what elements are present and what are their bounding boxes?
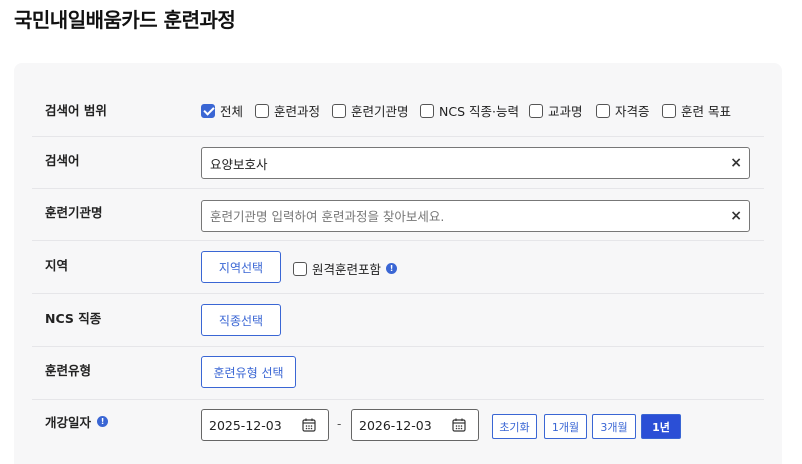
checkbox-icon[interactable]: [596, 103, 610, 118]
scope-option-label: 훈련 목표: [681, 104, 731, 119]
ncs-label: NCS 직종: [45, 311, 102, 326]
info-icon[interactable]: !: [97, 416, 109, 427]
scope-option-label: 훈련기관명: [351, 104, 409, 119]
scope-option-label: 자격증: [615, 104, 650, 119]
scope-option-goal[interactable]: 훈련 목표: [662, 101, 731, 120]
clear-institution-icon[interactable]: ×: [730, 207, 742, 225]
start-date-to-input[interactable]: 2026-12-03: [351, 409, 479, 441]
keyword-label: 검색어: [45, 153, 80, 168]
institution-label: 훈련기관명: [45, 205, 103, 220]
checkbox-icon[interactable]: [662, 103, 676, 118]
scope-option-label: 교과명: [548, 104, 583, 119]
scope-option-certificate[interactable]: 자격증: [596, 101, 650, 120]
search-scope-row: 검색어 범위 전체 훈련과정 훈련기관명 NCS 직종·능력 교과명 자격증 훈…: [14, 63, 782, 137]
keyword-row: 검색어 ×: [14, 137, 782, 189]
date-range-separator: -: [337, 417, 342, 431]
remote-training-label: 원격훈련포함: [312, 262, 382, 277]
training-type-label: 훈련유형: [45, 363, 92, 378]
remote-training-option[interactable]: 원격훈련포함 !: [293, 259, 398, 278]
calendar-icon[interactable]: [452, 418, 466, 432]
checkbox-icon[interactable]: [255, 103, 269, 118]
period-1-month-button[interactable]: 1개월: [544, 414, 587, 439]
region-label: 지역: [45, 258, 69, 273]
start-date-to-value: 2026-12-03: [359, 417, 432, 433]
scope-option-label: 전체: [220, 104, 244, 119]
start-date-from-input[interactable]: 2025-12-03: [201, 409, 329, 441]
institution-field[interactable]: ×: [201, 200, 750, 232]
keyword-field[interactable]: ×: [201, 147, 750, 179]
info-icon[interactable]: !: [386, 263, 398, 274]
institution-input[interactable]: [202, 201, 722, 231]
scope-option-all[interactable]: 전체: [201, 101, 243, 120]
scope-option-label: 훈련과정: [274, 104, 321, 119]
checkbox-checked-icon[interactable]: [201, 103, 215, 118]
calendar-icon[interactable]: [302, 418, 316, 432]
scope-option-subject[interactable]: 교과명: [529, 101, 583, 120]
checkbox-icon[interactable]: [332, 103, 346, 118]
checkbox-icon[interactable]: [293, 261, 307, 276]
scope-option-label: NCS 직종·능력: [439, 104, 519, 119]
search-form-panel: 검색어 범위 전체 훈련과정 훈련기관명 NCS 직종·능력 교과명 자격증 훈…: [14, 63, 782, 464]
clear-keyword-icon[interactable]: ×: [730, 154, 742, 172]
institution-row: 훈련기관명 ×: [14, 189, 782, 241]
start-date-from-value: 2025-12-03: [209, 417, 282, 433]
start-date-label: 개강일자: [45, 415, 92, 430]
start-date-label-group: 개강일자 !: [45, 412, 109, 431]
training-type-select-button[interactable]: 훈련유형 선택: [201, 356, 296, 388]
start-date-row: 개강일자 ! 2025-12-03 - 2026-12-03 초기화 1개월 3…: [14, 400, 782, 460]
region-select-button[interactable]: 지역선택: [201, 251, 281, 283]
search-scope-label: 검색어 범위: [45, 103, 107, 118]
period-reset-button[interactable]: 초기화: [492, 414, 537, 439]
checkbox-icon[interactable]: [420, 103, 434, 118]
page-title: 국민내일배움카드 훈련과정: [14, 8, 236, 32]
period-1-year-button[interactable]: 1년: [641, 414, 681, 439]
scope-option-course[interactable]: 훈련과정: [255, 101, 320, 120]
scope-option-ncs[interactable]: NCS 직종·능력: [420, 101, 519, 120]
region-row: 지역 지역선택 원격훈련포함 !: [14, 241, 782, 294]
ncs-select-button[interactable]: 직종선택: [201, 304, 281, 336]
checkbox-icon[interactable]: [529, 103, 543, 118]
training-type-row: 훈련유형 훈련유형 선택: [14, 347, 782, 400]
scope-option-institution[interactable]: 훈련기관명: [332, 101, 409, 120]
ncs-row: NCS 직종 직종선택: [14, 294, 782, 347]
period-3-months-button[interactable]: 3개월: [592, 414, 636, 439]
keyword-input[interactable]: [202, 148, 722, 178]
